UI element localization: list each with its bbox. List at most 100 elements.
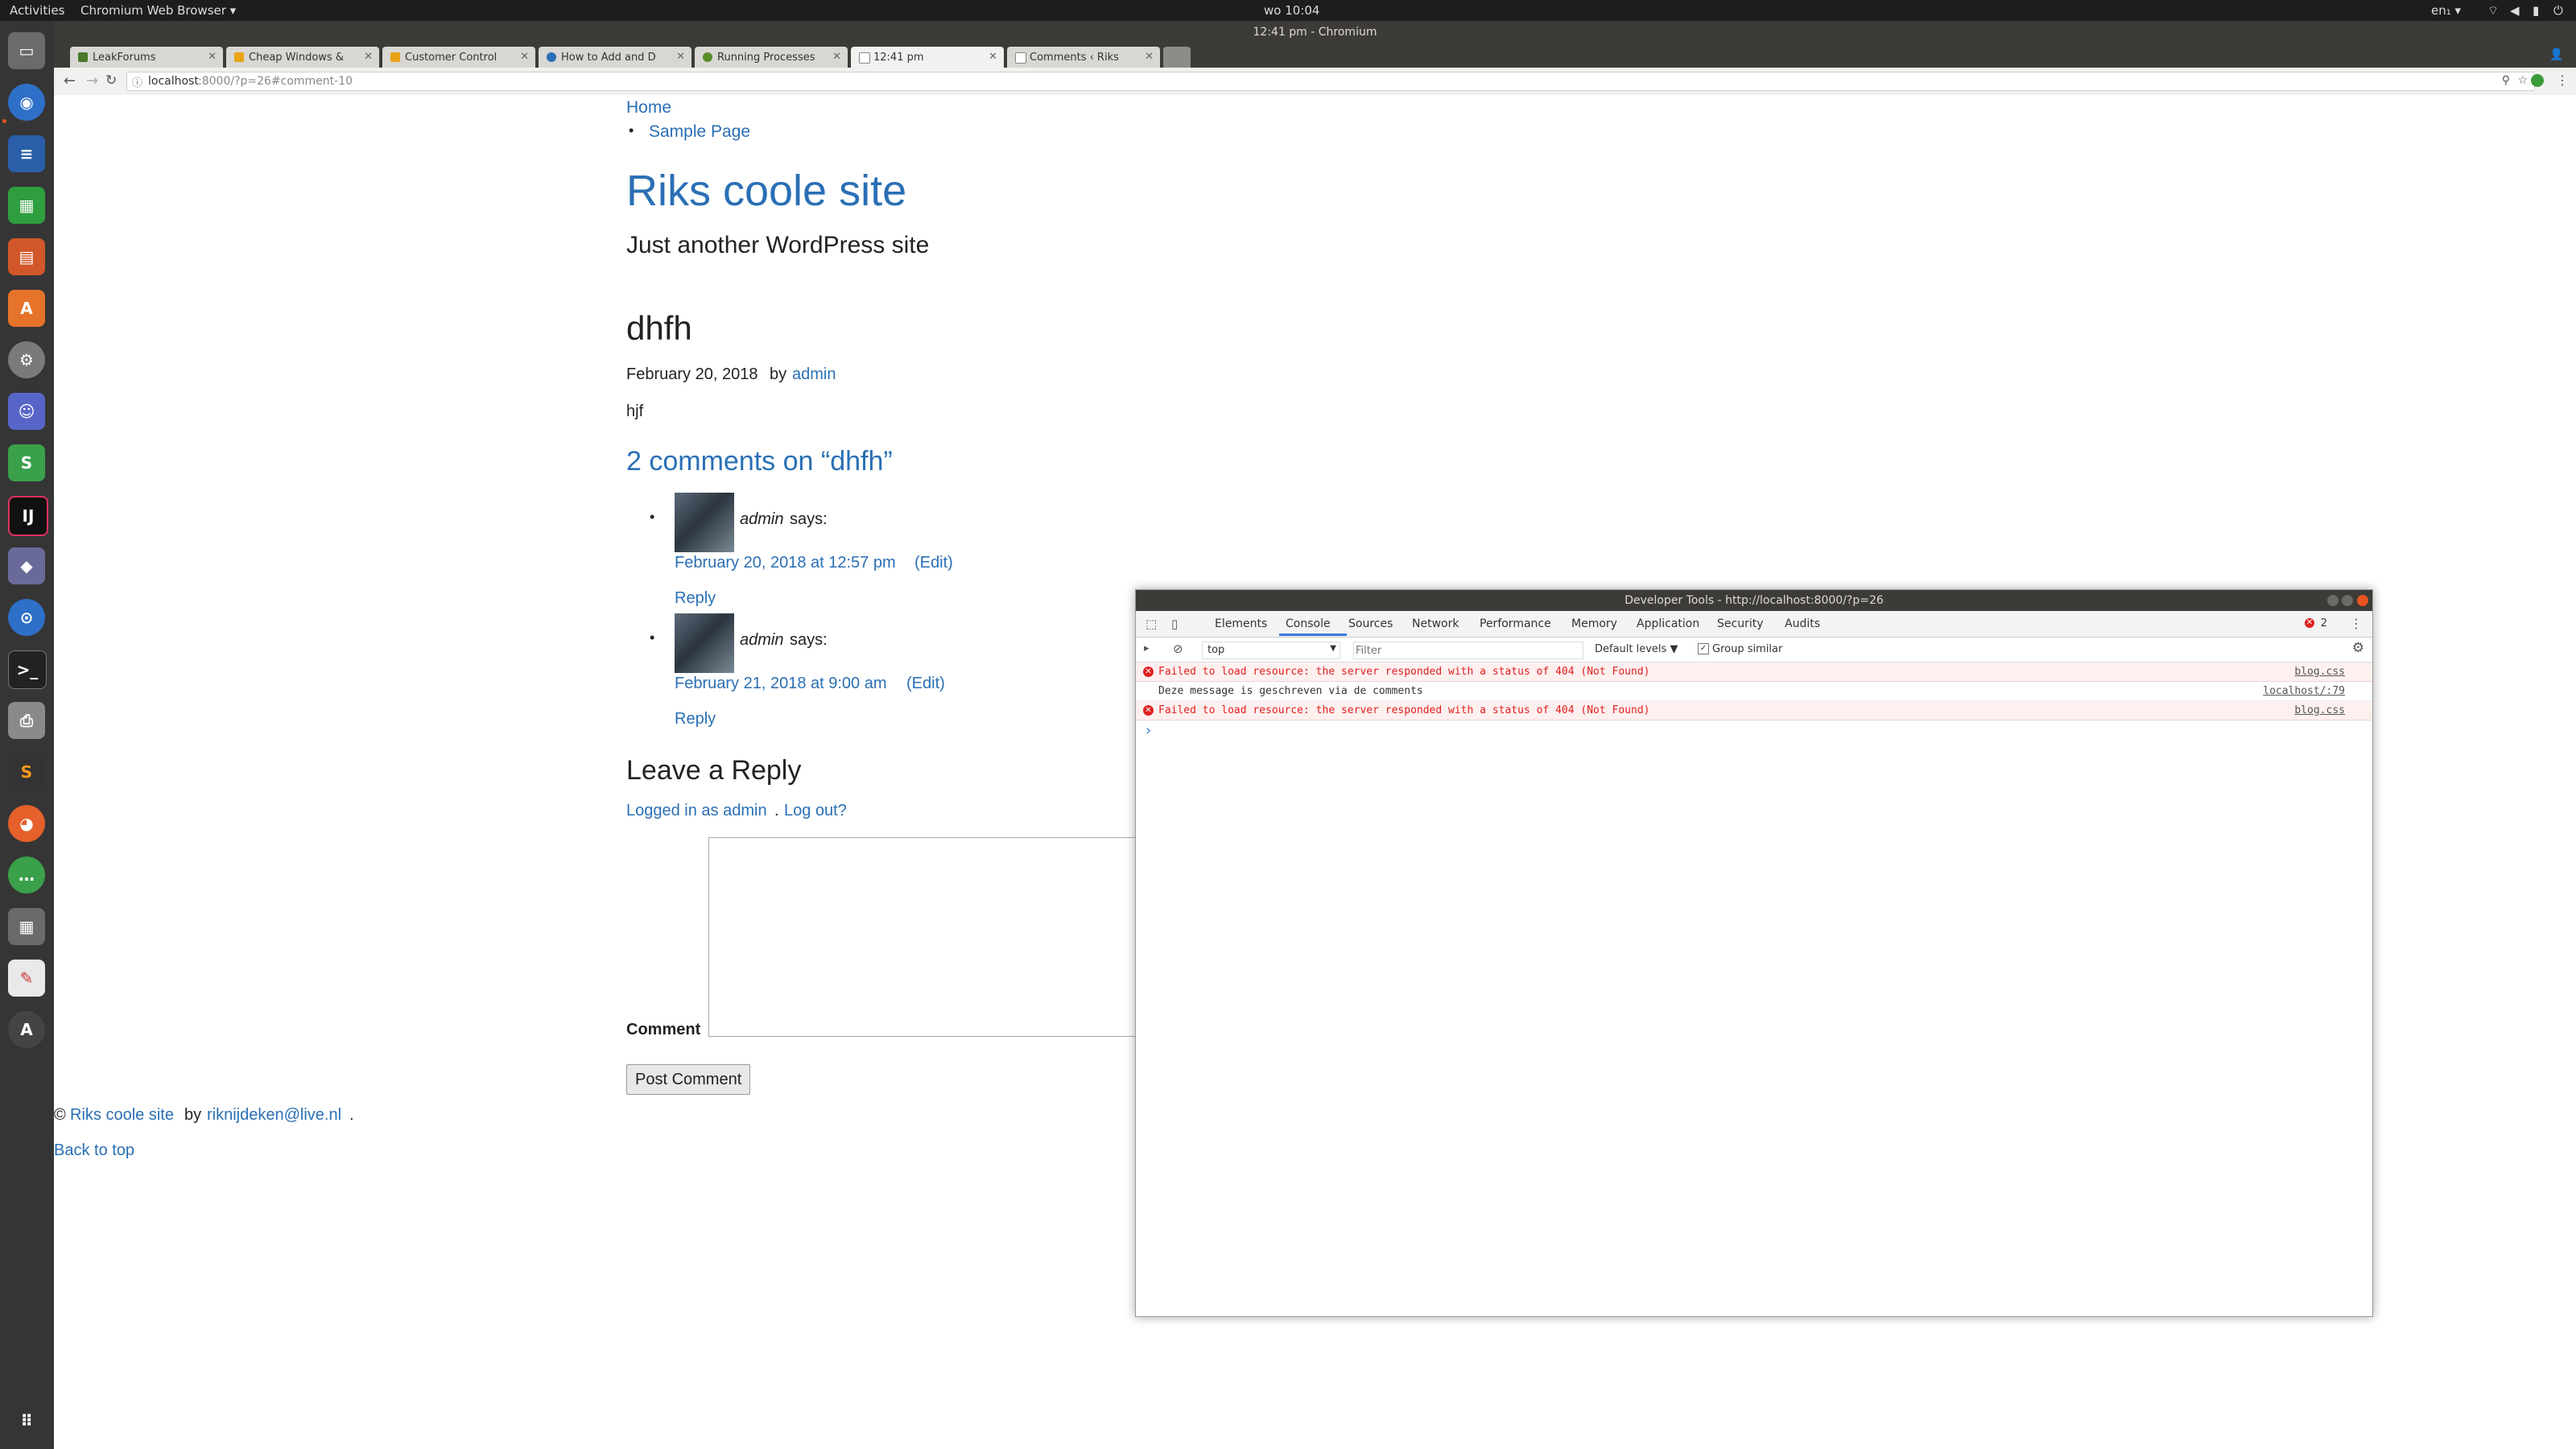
footer-email-link[interactable]: riknijdeken@live.nl (207, 1106, 341, 1125)
sidebar-toggle-icon[interactable]: ▸ (1144, 642, 1150, 654)
bookmark-star-icon[interactable]: ☆ (2517, 74, 2528, 87)
comment-reply-link[interactable]: Reply (675, 710, 716, 729)
language-indicator[interactable]: en₁ ▾ (2431, 3, 2461, 18)
console-filter-input[interactable] (1353, 642, 1583, 659)
post-comment-button[interactable]: Post Comment (626, 1064, 751, 1095)
tab-security[interactable]: Security (1717, 617, 1764, 630)
info-icon[interactable]: ⓘ (132, 74, 142, 89)
site-title[interactable]: Riks coole site (626, 166, 906, 216)
log-levels-dropdown[interactable]: Default levels ▼ (1595, 643, 1678, 655)
close-icon[interactable]: ✕ (208, 51, 217, 63)
back-to-top-link[interactable]: Back to top (54, 1141, 134, 1160)
terminal-icon[interactable]: >_ (8, 650, 47, 689)
post-author-link[interactable]: admin (792, 365, 836, 384)
devtools-menu-icon[interactable]: ⋮ (2350, 616, 2363, 631)
error-icon[interactable]: ✕ (2305, 618, 2314, 628)
group-similar-checkbox[interactable]: ✓ (1698, 643, 1709, 654)
tab-network[interactable]: Network (1412, 617, 1459, 630)
diamond-app-icon[interactable]: ◆ (8, 547, 45, 584)
show-applications-icon[interactable]: ⠿ (8, 1402, 45, 1439)
tab-console[interactable]: Console (1286, 617, 1331, 630)
chat-icon[interactable]: … (8, 857, 45, 894)
software-updater-icon[interactable]: A (8, 1011, 45, 1048)
inspect-element-icon[interactable]: ⬚ (1146, 617, 1157, 631)
new-tab-button[interactable] (1163, 47, 1191, 68)
intellij-icon[interactable]: IJ (8, 496, 48, 536)
close-icon[interactable]: ✕ (364, 51, 373, 63)
sublime-text-icon[interactable]: S (8, 753, 45, 791)
reload-icon[interactable]: ↻ (105, 72, 117, 89)
comment-date-link[interactable]: February 21, 2018 at 9:00 am (675, 675, 887, 693)
tab-running-processes[interactable]: Running Processes ✕ (695, 47, 848, 68)
comment-date-link[interactable]: February 20, 2018 at 12:57 pm (675, 554, 896, 572)
discord-icon[interactable]: ☺ (8, 393, 45, 430)
back-icon[interactable]: ← (64, 72, 76, 89)
close-icon[interactable]: ✕ (989, 51, 997, 63)
tab-comments[interactable]: Comments ‹ Riks ✕ (1007, 47, 1160, 68)
context-selector[interactable]: top ▼ (1202, 642, 1340, 659)
tab-leakforums[interactable]: LeakForums ✕ (70, 47, 223, 68)
tab-elements[interactable]: Elements (1215, 617, 1267, 630)
logged-in-link[interactable]: Logged in as admin (626, 802, 767, 820)
forward-icon[interactable]: → (86, 72, 98, 89)
minimize-icon[interactable] (2327, 595, 2339, 606)
tab-sources[interactable]: Sources (1348, 617, 1393, 630)
tab-label: 12:41 pm (873, 52, 924, 64)
console-prompt[interactable]: › (1146, 722, 1151, 739)
nav-home-link[interactable]: Home (626, 98, 671, 118)
app-menu[interactable]: Chromium Web Browser ▾ (80, 3, 236, 18)
comment-edit-link[interactable]: (Edit) (914, 554, 953, 572)
nav-sample-page-link[interactable]: Sample Page (649, 122, 750, 142)
settings-gear-icon[interactable]: ⚙ (8, 341, 45, 378)
impress-icon[interactable]: ▤ (8, 238, 45, 275)
message-source-link[interactable]: blog.css (2294, 704, 2345, 716)
profile-icon[interactable]: 👤 (2549, 48, 2563, 61)
gear-icon[interactable]: ⚙ (2352, 640, 2364, 656)
zoom-icon[interactable]: ⚲ (2502, 74, 2510, 87)
files-icon[interactable]: ▭ (8, 32, 45, 69)
device-toolbar-icon[interactable]: ▯ (1171, 617, 1178, 631)
comment-reply-link[interactable]: Reply (675, 589, 716, 608)
keepass-icon[interactable]: ⊙ (8, 599, 45, 636)
writer-icon[interactable]: ≡ (8, 135, 45, 172)
maximize-icon[interactable] (2342, 595, 2353, 606)
firefox-icon[interactable]: ◕ (8, 805, 45, 842)
software-center-icon[interactable]: A (8, 290, 45, 327)
address-bar[interactable]: ⓘ localhost :8000/?p=26#comment-10 ⚲ ☆ (126, 72, 2535, 91)
close-icon[interactable]: ✕ (832, 51, 841, 63)
scrivener-icon[interactable]: S (8, 444, 45, 481)
printer-icon[interactable]: ⎙ (8, 702, 45, 739)
close-icon[interactable]: ✕ (520, 51, 529, 63)
close-icon[interactable]: ✕ (1145, 51, 1154, 63)
tab-performance[interactable]: Performance (1480, 617, 1551, 630)
message-source-link[interactable]: localhost/:79 (2263, 685, 2345, 697)
menu-kebab-icon[interactable]: ⋮ (2556, 72, 2569, 88)
tab-cheap-windows[interactable]: Cheap Windows & ✕ (226, 47, 379, 68)
activities-button[interactable]: Activities (10, 3, 64, 18)
tab-customer-control[interactable]: Customer Control ✕ (382, 47, 535, 68)
tab-application[interactable]: Application (1637, 617, 1699, 630)
extension-icon[interactable] (2531, 74, 2544, 87)
clock[interactable]: wo 10:04 (1264, 3, 1319, 18)
close-icon[interactable]: ✕ (676, 51, 685, 63)
logout-link[interactable]: Log out? (784, 802, 847, 820)
chromium-icon[interactable]: ◉ (8, 84, 45, 121)
calculator-icon[interactable]: ▦ (8, 908, 45, 945)
clear-console-icon[interactable]: ⊘ (1173, 642, 1183, 656)
tab-active-page[interactable]: 12:41 pm ✕ (851, 47, 1004, 68)
footer-site-link[interactable]: Riks coole site (70, 1106, 174, 1125)
wifi-icon[interactable]: ⌔ (2487, 3, 2499, 19)
calc-icon[interactable]: ▦ (8, 187, 45, 224)
volume-icon[interactable]: ◀ (2510, 3, 2520, 18)
power-icon[interactable]: ⏻ (2553, 3, 2563, 18)
battery-icon[interactable]: ▮ (2533, 3, 2539, 18)
error-count[interactable]: 2 (2321, 617, 2327, 630)
tab-how-to-add[interactable]: How to Add and D ✕ (539, 47, 691, 68)
error-icon: ✕ (1143, 705, 1154, 716)
tab-audits[interactable]: Audits (1785, 617, 1820, 630)
message-source-link[interactable]: blog.css (2294, 666, 2345, 678)
text-editor-icon[interactable]: ✎ (8, 960, 45, 997)
comment-edit-link[interactable]: (Edit) (906, 675, 945, 693)
close-icon[interactable] (2357, 595, 2368, 606)
tab-memory[interactable]: Memory (1571, 617, 1617, 630)
